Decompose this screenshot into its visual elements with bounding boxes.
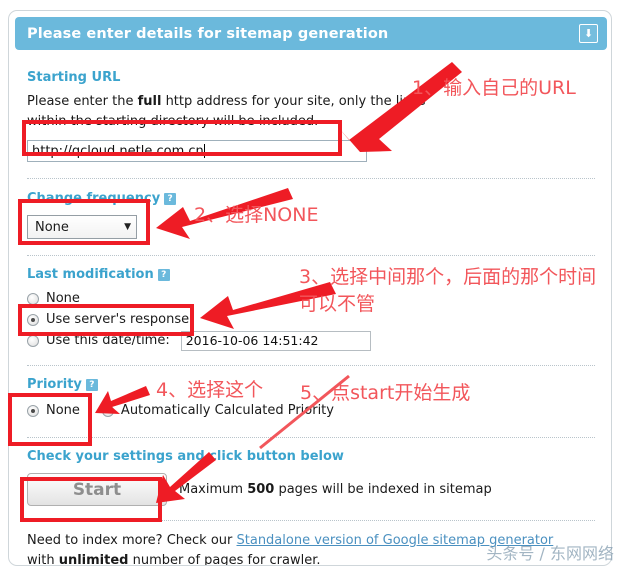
hint-bold: full	[137, 94, 162, 109]
radio-label: Use this date/time:	[46, 333, 170, 348]
footer-line-2: with unlimited number of pages for crawl…	[27, 551, 595, 566]
starting-url-value: http://qcloud.netle.com.cn	[32, 143, 204, 159]
footer-line2-suffix: number of pages for crawler.	[128, 553, 321, 566]
max-pages-suffix: pages will be indexed in sitemap	[274, 482, 492, 497]
change-frequency-label-text: Change frequency	[27, 191, 161, 206]
footer-line1-prefix: Need to index more? Check our	[27, 533, 237, 548]
radio-label: Use server's response	[46, 312, 190, 327]
section-priority: Priority ? None Automatically Calculated…	[27, 366, 595, 421]
collapse-arrow-icon[interactable]: ⬇	[579, 24, 598, 43]
priority-label-text: Priority	[27, 377, 82, 392]
radio-button[interactable]	[27, 334, 39, 347]
chevron-down-icon: ▼	[124, 222, 131, 232]
footer-line2-prefix: with	[27, 553, 59, 566]
check-settings-text: Check your settings and click button bel…	[27, 449, 344, 464]
check-settings-label: Check your settings and click button bel…	[27, 449, 595, 464]
starting-url-label-text: Starting URL	[27, 70, 121, 85]
help-icon[interactable]: ?	[164, 192, 177, 205]
radio-last-mod-server-response[interactable]: Use server's response	[27, 309, 595, 330]
help-icon[interactable]: ?	[85, 378, 98, 391]
max-pages-prefix: Maximum	[179, 482, 248, 497]
starting-url-hint: Please enter the full http address for y…	[27, 92, 457, 131]
radio-last-mod-this-datetime[interactable]: Use this date/time:	[27, 330, 595, 351]
footer-line-1: Need to index more? Check our Standalone…	[27, 531, 595, 551]
change-frequency-label: Change frequency ?	[27, 191, 595, 206]
panel-body: Starting URL Please enter the full http …	[9, 56, 611, 566]
sitemap-generator-panel: Please enter details for sitemap generat…	[8, 10, 612, 566]
max-pages-note: Maximum 500 pages will be indexed in sit…	[179, 482, 492, 497]
radio-label: Automatically Calculated Priority	[120, 403, 334, 418]
page-title: Please enter details for sitemap generat…	[27, 25, 389, 42]
radio-button[interactable]	[27, 313, 39, 326]
change-frequency-select[interactable]: None ▼	[27, 215, 137, 239]
radio-priority-auto[interactable]: Automatically Calculated Priority	[101, 400, 334, 421]
section-last-modification: Last modification ? None Use server's re…	[27, 256, 595, 351]
last-modification-label-text: Last modification	[27, 267, 154, 282]
radio-last-mod-none[interactable]: None	[27, 288, 595, 309]
radio-button[interactable]	[27, 404, 39, 417]
datetime-input[interactable]	[180, 330, 371, 351]
standalone-version-link[interactable]: Standalone version of Google sitemap gen…	[237, 533, 554, 548]
change-frequency-value: None	[35, 219, 69, 235]
max-pages-count: 500	[247, 482, 275, 497]
priority-label: Priority ?	[27, 377, 595, 392]
hint-prefix: Please enter the	[27, 94, 138, 109]
start-button[interactable]: Start	[27, 473, 167, 506]
starting-url-label: Starting URL	[27, 70, 595, 85]
footer-line2-bold: unlimited	[58, 553, 129, 566]
radio-button[interactable]	[101, 404, 114, 417]
section-start: Check your settings and click button bel…	[27, 438, 595, 506]
radio-priority-none[interactable]: None	[27, 400, 80, 421]
starting-url-input[interactable]: http://qcloud.netle.com.cn	[27, 140, 367, 162]
last-modification-label: Last modification ?	[27, 267, 595, 282]
section-change-frequency: Change frequency ? None ▼	[27, 179, 595, 239]
radio-label: None	[46, 403, 80, 418]
help-icon[interactable]: ?	[157, 268, 170, 281]
section-starting-url: Starting URL Please enter the full http …	[27, 56, 595, 162]
panel-header: Please enter details for sitemap generat…	[15, 17, 607, 50]
text-caret	[203, 144, 205, 158]
radio-button[interactable]	[27, 292, 39, 305]
radio-label: None	[46, 291, 80, 306]
footer-note: Need to index more? Check our Standalone…	[27, 521, 595, 566]
